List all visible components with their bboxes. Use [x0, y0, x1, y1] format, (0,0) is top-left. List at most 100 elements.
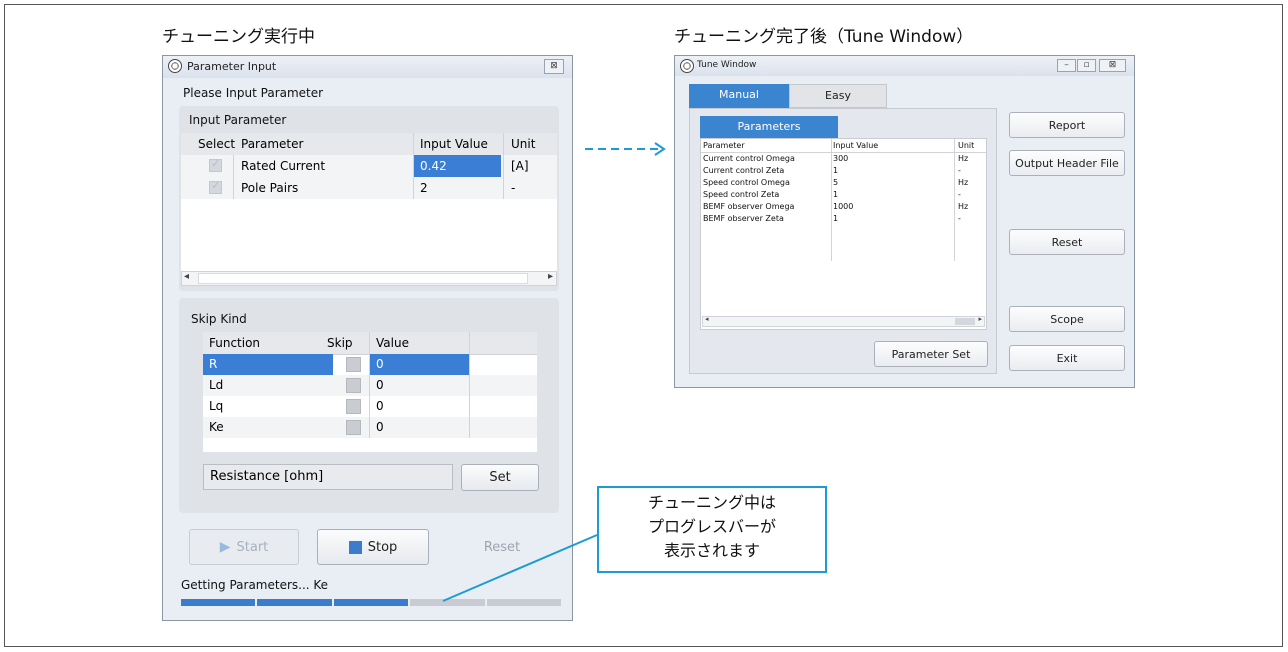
maximize-icon[interactable]: ▫	[1077, 59, 1096, 72]
output-header-file-button[interactable]: Output Header File	[1009, 150, 1125, 176]
play-icon: ▶	[219, 539, 231, 555]
table-row[interactable]: Pole Pairs 2 -	[181, 177, 557, 199]
col-function: Function	[209, 336, 261, 350]
row-value: 0	[376, 357, 384, 371]
scrollbar-thumb[interactable]	[198, 273, 528, 284]
horizontal-scrollbar[interactable]: ◂ ▸	[702, 315, 985, 327]
row-value: 0	[376, 399, 384, 413]
row-parameter: Current control Zeta	[703, 166, 785, 175]
row-unit: [A]	[511, 159, 529, 173]
skip-checkbox[interactable]	[346, 399, 361, 414]
table-row[interactable]: Speed control Zeta 1 -	[701, 189, 986, 201]
input-parameter-title: Input Parameter	[189, 113, 287, 127]
scroll-right-icon[interactable]: ▸	[548, 271, 553, 282]
skip-kind-grid: Function Skip Value R 0 Ld 0 Lq 0 Ke 0	[203, 332, 537, 452]
row-unit: Hz	[958, 154, 969, 163]
row-parameter: Rated Current	[241, 159, 326, 173]
row-unit: -	[958, 166, 961, 175]
col-parameter: Parameter	[241, 137, 304, 151]
window-title: Tune Window	[697, 60, 757, 70]
start-label: Start	[236, 539, 269, 555]
row-parameter: Pole Pairs	[241, 181, 299, 195]
progress-callout: チューニング中は プログレスバーが 表示されます	[597, 486, 827, 573]
grid-divider	[413, 133, 414, 199]
window-title: Parameter Input	[187, 60, 277, 73]
table-row[interactable]: Ke 0	[203, 417, 537, 438]
select-checkbox[interactable]	[209, 157, 222, 172]
table-row[interactable]: BEMF observer Zeta 1 -	[701, 213, 986, 225]
reset-button[interactable]: Reset	[1009, 229, 1125, 255]
close-icon[interactable]: ⊠	[544, 59, 564, 74]
table-row[interactable]: Rated Current 0.42 [A]	[181, 155, 557, 177]
scroll-left-icon[interactable]: ◂	[705, 315, 709, 323]
table-row[interactable]: Current control Omega 300 Hz	[701, 153, 986, 165]
scroll-left-icon[interactable]: ◂	[184, 271, 189, 282]
grid-header: Parameter Input Value Unit	[701, 139, 986, 153]
table-row[interactable]: R 0	[203, 354, 537, 375]
app-icon	[680, 59, 694, 73]
row-function: Ke	[209, 420, 224, 434]
row-function: R	[209, 357, 218, 371]
table-row[interactable]: BEMF observer Omega 1000 Hz	[701, 201, 986, 213]
table-row[interactable]: Ld 0	[203, 375, 537, 396]
tab-easy[interactable]: Easy	[789, 84, 887, 108]
tab-manual[interactable]: Manual	[689, 84, 789, 108]
row-parameter: BEMF observer Zeta	[703, 214, 784, 223]
input-value-field[interactable]: 2	[420, 181, 428, 195]
callout-line: チューニング中は	[647, 493, 776, 512]
parameter-set-button[interactable]: Parameter Set	[874, 341, 988, 367]
stop-button[interactable]: Stop	[317, 529, 429, 565]
set-button[interactable]: Set	[461, 464, 539, 491]
app-icon	[168, 59, 182, 73]
grid-divider	[369, 332, 370, 438]
select-checkbox[interactable]	[209, 179, 222, 194]
row-value: 1	[833, 166, 839, 175]
row-value: 300	[833, 154, 849, 163]
col-input-value: Input Value	[833, 141, 879, 150]
stop-label: Stop	[367, 539, 398, 555]
horizontal-scrollbar[interactable]: ◂ ▸	[181, 271, 557, 286]
close-icon[interactable]: ⊠	[1099, 59, 1126, 72]
input-value-field[interactable]: 0.42	[414, 155, 501, 177]
callout-line: 表示されます	[663, 541, 760, 560]
exit-button[interactable]: Exit	[1009, 345, 1125, 371]
report-button[interactable]: Report	[1009, 112, 1125, 138]
skip-kind-title: Skip Kind	[191, 312, 247, 326]
grid-divider	[469, 332, 470, 438]
scope-button[interactable]: Scope	[1009, 306, 1125, 332]
skip-checkbox[interactable]	[346, 420, 361, 435]
row-value: 0	[376, 420, 384, 434]
scrollbar-thumb[interactable]	[955, 318, 975, 325]
row-parameter: Speed control Zeta	[703, 190, 780, 199]
subtab-parameters[interactable]: Parameters	[700, 116, 838, 138]
grid-divider	[831, 139, 832, 261]
caption-complete: チューニング完了後（Tune Window）	[674, 27, 974, 47]
row-parameter: BEMF observer Omega	[703, 202, 795, 211]
grid-header: Function Skip Value	[203, 332, 537, 355]
resistance-field[interactable]: Resistance [ohm]	[203, 464, 453, 490]
start-button[interactable]: ▶ Start	[189, 529, 299, 565]
grid-divider	[233, 155, 234, 199]
col-unit: Unit	[958, 141, 975, 150]
row-value: 0	[376, 378, 384, 392]
skip-checkbox[interactable]	[346, 357, 361, 372]
table-row[interactable]: Lq 0	[203, 396, 537, 417]
grid-header: Select Parameter Input Value Unit	[181, 133, 557, 156]
callout-line: プログレスバーが	[647, 517, 776, 536]
skip-checkbox[interactable]	[346, 378, 361, 393]
tune-parameter-grid: Parameter Input Value Unit Current contr…	[700, 138, 987, 330]
col-unit: Unit	[511, 137, 536, 151]
status-text: Getting Parameters... Ke	[181, 578, 329, 592]
heading: Please Input Parameter	[183, 86, 324, 100]
stop-icon	[348, 540, 362, 554]
row-selection	[369, 354, 469, 375]
grid-divider	[954, 139, 955, 261]
table-row[interactable]: Speed control Omega 5 Hz	[701, 177, 986, 189]
row-unit: -	[511, 181, 516, 195]
progress-fill	[333, 599, 409, 606]
scroll-right-icon[interactable]: ▸	[978, 315, 982, 323]
tune-window: Tune Window – ▫ ⊠ Manual Easy Parameters…	[674, 55, 1135, 388]
table-row[interactable]: Current control Zeta 1 -	[701, 165, 986, 177]
col-skip: Skip	[327, 336, 353, 350]
minimize-icon[interactable]: –	[1057, 59, 1076, 72]
